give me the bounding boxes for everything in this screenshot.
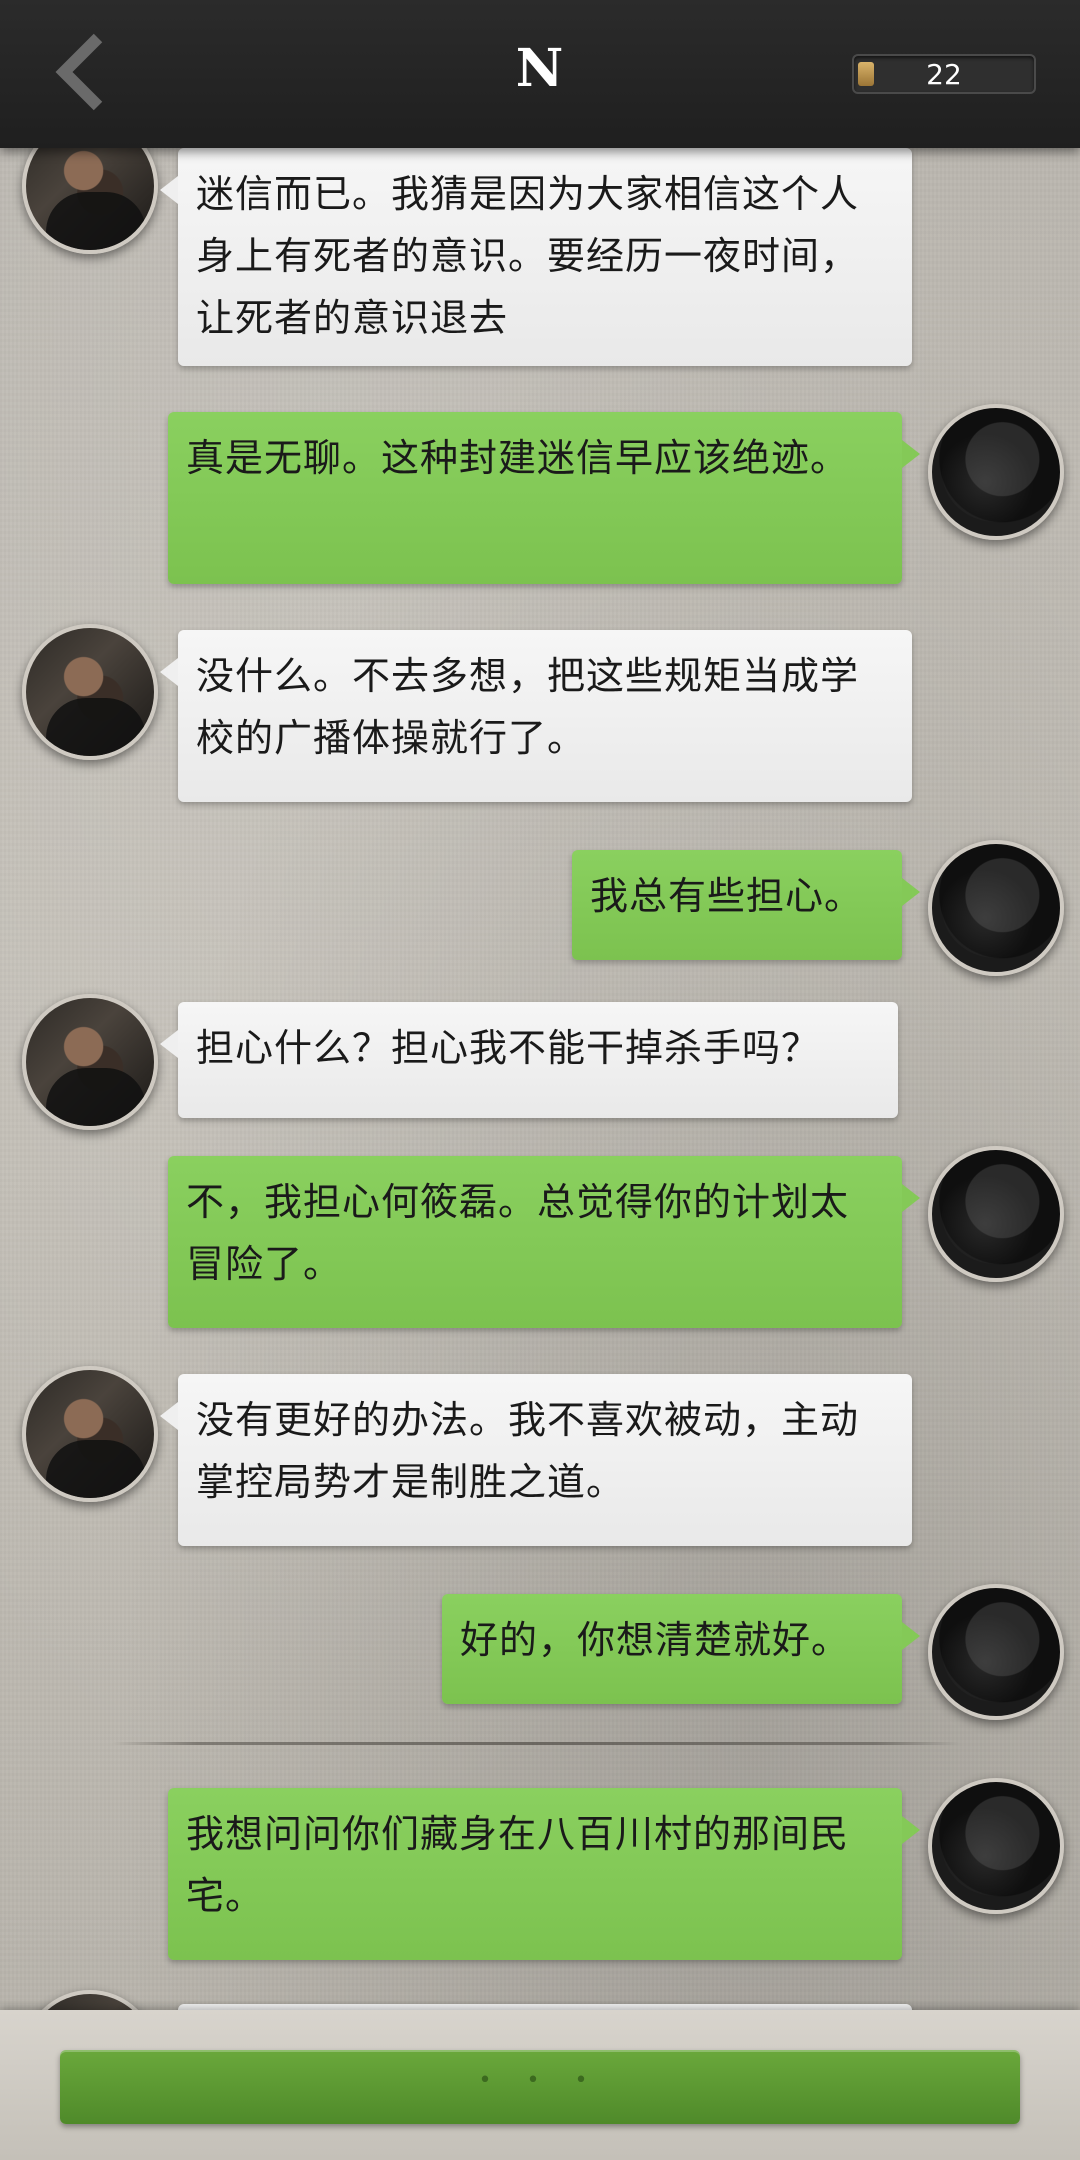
message-bubble-incoming: 迷信而已。我猜是因为大家相信这个人身上有死者的意识。要经历一夜时间，让死者的意识… <box>160 148 912 366</box>
message-text: 好的，你想清楚就好。 <box>460 1618 851 1662</box>
message-text: 没有更好的办法。我不喜欢被动，主动掌控局势才是制胜之道。 <box>196 1398 860 1504</box>
message-bubble-outgoing: 我总有些担心。 <box>572 850 920 960</box>
energy-counter: 22 <box>852 54 1036 94</box>
contact-avatar[interactable] <box>22 1990 158 2010</box>
message-text: 不，我担心何筱磊。总觉得你的计划太冒险了。 <box>186 1180 850 1286</box>
message-text: 迷信而已。我猜是因为大家相信这个人身上有死者的意识。要经历一夜时间，让死者的意识… <box>196 172 860 340</box>
message-text: 真是无聊。这种封建迷信早应该绝迹。 <box>186 436 850 480</box>
contact-avatar[interactable] <box>22 624 158 760</box>
bottom-bar: • • • <box>0 2010 1080 2160</box>
message-bubble-outgoing: 我想问问你们藏身在八百川村的那间民宅。 <box>168 1788 920 1960</box>
message-text: 我总有些担心。 <box>590 874 864 918</box>
message-text: 担心什么？担心我不能干掉杀手吗？ <box>196 1026 821 1070</box>
section-divider <box>112 1742 960 1745</box>
energy-count: 22 <box>926 58 962 91</box>
user-avatar[interactable] <box>928 1584 1064 1720</box>
reply-button[interactable]: • • • <box>60 2050 1020 2124</box>
message-text: 我想问问你们藏身在八百川村的那间民宅。 <box>186 1812 850 1918</box>
user-avatar[interactable] <box>928 1778 1064 1914</box>
chat-area[interactable]: 迷信而已。我猜是因为大家相信这个人身上有死者的意识。要经历一夜时间，让死者的意识… <box>0 0 1080 2010</box>
message-text: 没什么。不去多想，把这些规矩当成学校的广播体操就行了。 <box>196 654 860 760</box>
message-bubble-incoming: 没有更好的办法。我不喜欢被动，主动掌控局势才是制胜之道。 <box>160 1374 912 1546</box>
message-bubble-incoming: 担心什么？担心我不能干掉杀手吗？ <box>160 1002 898 1118</box>
typing-indicator: • • • <box>478 2068 602 2093</box>
message-bubble-outgoing: 真是无聊。这种封建迷信早应该绝迹。 <box>168 412 920 584</box>
user-avatar[interactable] <box>928 404 1064 540</box>
contact-avatar[interactable] <box>22 994 158 1130</box>
user-avatar[interactable] <box>928 1146 1064 1282</box>
message-bubble-incoming: 没什么。不去多想，把这些规矩当成学校的广播体操就行了。 <box>160 630 912 802</box>
contact-avatar[interactable] <box>22 1366 158 1502</box>
user-avatar[interactable] <box>928 840 1064 976</box>
top-bar: N 22 <box>0 0 1080 148</box>
message-bubble-outgoing: 不，我担心何筱磊。总觉得你的计划太冒险了。 <box>168 1156 920 1328</box>
message-bubble-outgoing: 好的，你想清楚就好。 <box>442 1594 920 1704</box>
